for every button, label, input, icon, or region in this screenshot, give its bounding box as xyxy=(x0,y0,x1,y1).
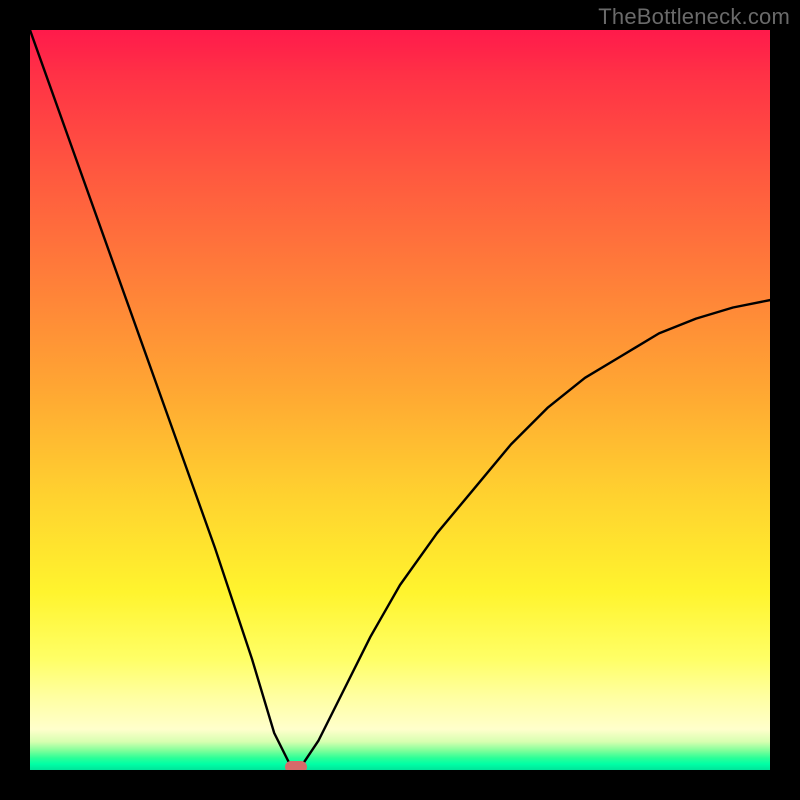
plot-area xyxy=(30,30,770,770)
watermark-text: TheBottleneck.com xyxy=(598,4,790,30)
optimal-point-marker xyxy=(285,761,307,770)
bottleneck-curve xyxy=(30,30,770,770)
chart-frame: TheBottleneck.com xyxy=(0,0,800,800)
